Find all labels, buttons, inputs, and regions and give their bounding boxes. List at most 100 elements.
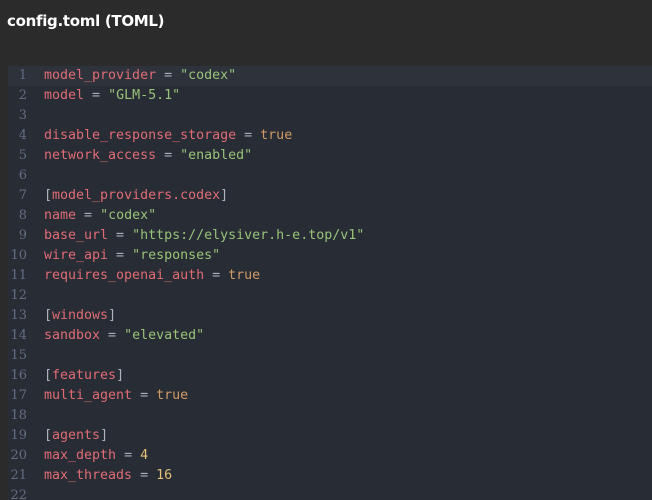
line-number: 16 bbox=[10, 368, 27, 383]
window-header: config.toml (TOML) bbox=[0, 0, 652, 64]
code-line[interactable]: 6 bbox=[8, 166, 652, 186]
line-content: [agents] bbox=[44, 426, 108, 446]
code-line[interactable]: 11 requires_openai_auth = true bbox=[8, 266, 652, 286]
toml-key: network_access bbox=[44, 148, 157, 163]
boolean-value: true bbox=[156, 388, 189, 403]
line-number: 2 bbox=[18, 88, 27, 103]
toml-key: model_providers.codex bbox=[52, 188, 221, 203]
code-line[interactable]: 10 wire_api = "responses" bbox=[8, 246, 652, 266]
toml-key: agents bbox=[52, 428, 101, 443]
line-number: 7 bbox=[18, 188, 27, 203]
toml-key: windows bbox=[52, 308, 109, 323]
line-number: 8 bbox=[18, 208, 27, 223]
assign-operator: = bbox=[156, 68, 181, 83]
line-content: disable_response_storage = true bbox=[44, 126, 292, 146]
line-number: 15 bbox=[10, 348, 27, 363]
toml-key: requires_openai_auth bbox=[44, 268, 205, 283]
table-bracket: [ bbox=[44, 188, 53, 203]
line-number: 19 bbox=[10, 428, 27, 443]
assign-operator: = bbox=[84, 88, 109, 103]
line-number: 20 bbox=[10, 448, 27, 463]
line-number: 9 bbox=[18, 228, 27, 243]
line-number: 6 bbox=[18, 168, 27, 183]
toml-key: multi_agent bbox=[44, 388, 133, 403]
table-bracket: [ bbox=[44, 368, 53, 383]
code-line[interactable]: 8 name = "codex" bbox=[8, 206, 652, 226]
line-content: model_provider = "codex" bbox=[44, 66, 236, 86]
code-line[interactable]: 9 base_url = "https://elysiver.h-e.top/v1… bbox=[8, 226, 652, 246]
code-line[interactable]: 5 network_access = "enabled" bbox=[8, 146, 652, 166]
string-value: "GLM-5.1" bbox=[108, 88, 181, 103]
assign-operator: = bbox=[132, 388, 157, 403]
string-value: "codex" bbox=[180, 68, 237, 83]
code-line[interactable]: 7 [model_providers.codex] bbox=[8, 186, 652, 206]
line-number: 5 bbox=[18, 148, 27, 163]
toml-key: wire_api bbox=[44, 248, 109, 263]
table-bracket: ] bbox=[220, 188, 229, 203]
line-content: requires_openai_auth = true bbox=[44, 266, 260, 286]
code-line[interactable]: 1 model_provider = "codex" bbox=[8, 66, 652, 86]
toml-key: name bbox=[44, 208, 77, 223]
table-bracket: [ bbox=[44, 428, 53, 443]
code-line[interactable]: 4 disable_response_storage = true bbox=[8, 126, 652, 146]
line-number: 10 bbox=[10, 248, 27, 263]
table-bracket: ] bbox=[116, 368, 125, 383]
code-line[interactable]: 14 sandbox = "elevated" bbox=[8, 326, 652, 346]
toml-key: disable_response_storage bbox=[44, 128, 237, 143]
line-number: 22 bbox=[10, 488, 27, 500]
string-value: "enabled" bbox=[180, 148, 253, 163]
code-line[interactable]: 17 multi_agent = true bbox=[8, 386, 652, 406]
line-content: base_url = "https://elysiver.h-e.top/v1" bbox=[44, 226, 364, 246]
line-content: wire_api = "responses" bbox=[44, 246, 220, 266]
line-number: 4 bbox=[18, 128, 27, 143]
line-content: [windows] bbox=[44, 306, 116, 326]
string-value: "responses" bbox=[132, 248, 221, 263]
assign-operator: = bbox=[76, 208, 101, 223]
toml-key: max_depth bbox=[44, 448, 117, 463]
line-content: [model_providers.codex] bbox=[44, 186, 228, 206]
assign-operator: = bbox=[100, 328, 125, 343]
code-line[interactable]: 2 model = "GLM-5.1" bbox=[8, 86, 652, 106]
file-title: config.toml (TOML) bbox=[7, 12, 165, 30]
number-value: 16 bbox=[156, 468, 173, 483]
line-content: name = "codex" bbox=[44, 206, 156, 226]
line-content: multi_agent = true bbox=[44, 386, 188, 406]
line-number: 18 bbox=[10, 408, 27, 423]
string-value: "https://elysiver.h-e.top/v1" bbox=[132, 228, 365, 243]
line-number: 13 bbox=[10, 308, 27, 323]
toml-key: max_threads bbox=[44, 468, 133, 483]
assign-operator: = bbox=[116, 448, 141, 463]
code-line[interactable]: 16 [features] bbox=[8, 366, 652, 386]
line-number: 12 bbox=[10, 288, 27, 303]
number-value: 4 bbox=[140, 448, 149, 463]
code-line[interactable]: 12 bbox=[8, 286, 652, 306]
line-number: 1 bbox=[18, 68, 27, 83]
code-line[interactable]: 3 bbox=[8, 106, 652, 126]
string-value: "elevated" bbox=[124, 328, 205, 343]
code-editor[interactable]: 1 model_provider = "codex" 2 model = "GLM-5… bbox=[8, 66, 652, 500]
assign-operator: = bbox=[132, 468, 157, 483]
boolean-value: true bbox=[228, 268, 261, 283]
line-number: 11 bbox=[10, 268, 27, 283]
line-content: [features] bbox=[44, 366, 124, 386]
string-value: "codex" bbox=[100, 208, 157, 223]
code-line[interactable]: 20 max_depth = 4 bbox=[8, 446, 652, 466]
toml-key: features bbox=[52, 368, 117, 383]
code-line[interactable]: 18 bbox=[8, 406, 652, 426]
assign-operator: = bbox=[204, 268, 229, 283]
line-content: network_access = "enabled" bbox=[44, 146, 252, 166]
toml-key: sandbox bbox=[44, 328, 101, 343]
code-line[interactable]: 15 bbox=[8, 346, 652, 366]
boolean-value: true bbox=[260, 128, 293, 143]
assign-operator: = bbox=[108, 248, 133, 263]
line-number: 14 bbox=[10, 328, 27, 343]
code-line[interactable]: 13 [windows] bbox=[8, 306, 652, 326]
code-line[interactable]: 21 max_threads = 16 bbox=[8, 466, 652, 486]
toml-key: base_url bbox=[44, 228, 109, 243]
code-line[interactable]: 22 bbox=[8, 486, 652, 500]
table-bracket: ] bbox=[100, 428, 109, 443]
line-content: model = "GLM-5.1" bbox=[44, 86, 180, 106]
code-line[interactable]: 19 [agents] bbox=[8, 426, 652, 446]
table-bracket: [ bbox=[44, 308, 53, 323]
table-bracket: ] bbox=[108, 308, 117, 323]
